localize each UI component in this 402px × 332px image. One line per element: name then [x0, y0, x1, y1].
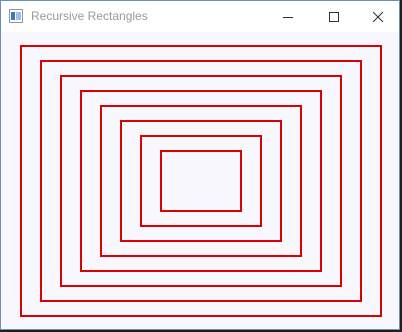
maximize-button[interactable]: [311, 1, 357, 32]
minimize-button[interactable]: [265, 1, 311, 32]
title-bar[interactable]: Recursive Rectangles: [1, 1, 399, 32]
nested-rectangle-6: [120, 120, 282, 242]
drawing-canvas: [20, 45, 382, 317]
nested-rectangle-1: [20, 45, 382, 317]
close-icon: [372, 11, 384, 22]
nested-rectangle-2: [40, 60, 362, 302]
app-window: Recursive Rectangles: [0, 0, 400, 330]
nested-rectangle-3: [60, 75, 342, 287]
minimize-icon: [283, 16, 293, 18]
nested-rectangle-4: [80, 90, 322, 272]
close-button[interactable]: [355, 1, 401, 32]
nested-rectangle-8: [160, 150, 242, 212]
nested-rectangle-7: [140, 135, 262, 227]
window-title: Recursive Rectangles: [31, 9, 148, 23]
nested-rectangle-5: [100, 105, 302, 257]
app-icon: [9, 9, 23, 23]
maximize-icon: [329, 11, 339, 22]
